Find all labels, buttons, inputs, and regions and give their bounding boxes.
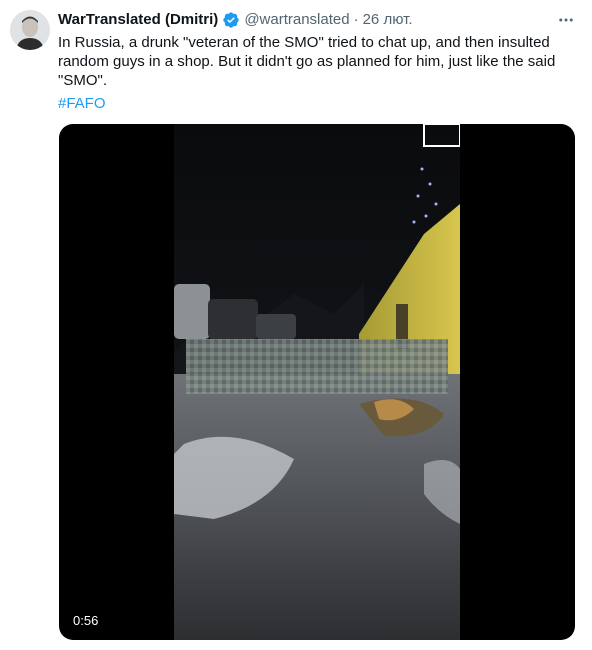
verified-badge-icon xyxy=(222,11,240,29)
tweet-text: In Russia, a drunk "veteran of the SMO" … xyxy=(58,34,556,89)
tweet-header: WarTranslated (Dmitri) @wartranslated · … xyxy=(58,10,578,30)
video-duration: 0:56 xyxy=(73,613,99,628)
display-name[interactable]: WarTranslated (Dmitri) xyxy=(58,10,218,30)
tweet-timestamp[interactable]: 26 лют. xyxy=(363,10,413,30)
separator-dot: · xyxy=(353,11,359,28)
more-options-icon[interactable] xyxy=(554,8,578,32)
video-frame[interactable] xyxy=(174,124,460,640)
avatar[interactable] xyxy=(10,10,50,50)
hashtag-link[interactable]: #FAFO xyxy=(58,94,106,113)
user-handle[interactable]: @wartranslated xyxy=(244,10,349,30)
video-player[interactable]: 0:56 xyxy=(59,124,575,640)
